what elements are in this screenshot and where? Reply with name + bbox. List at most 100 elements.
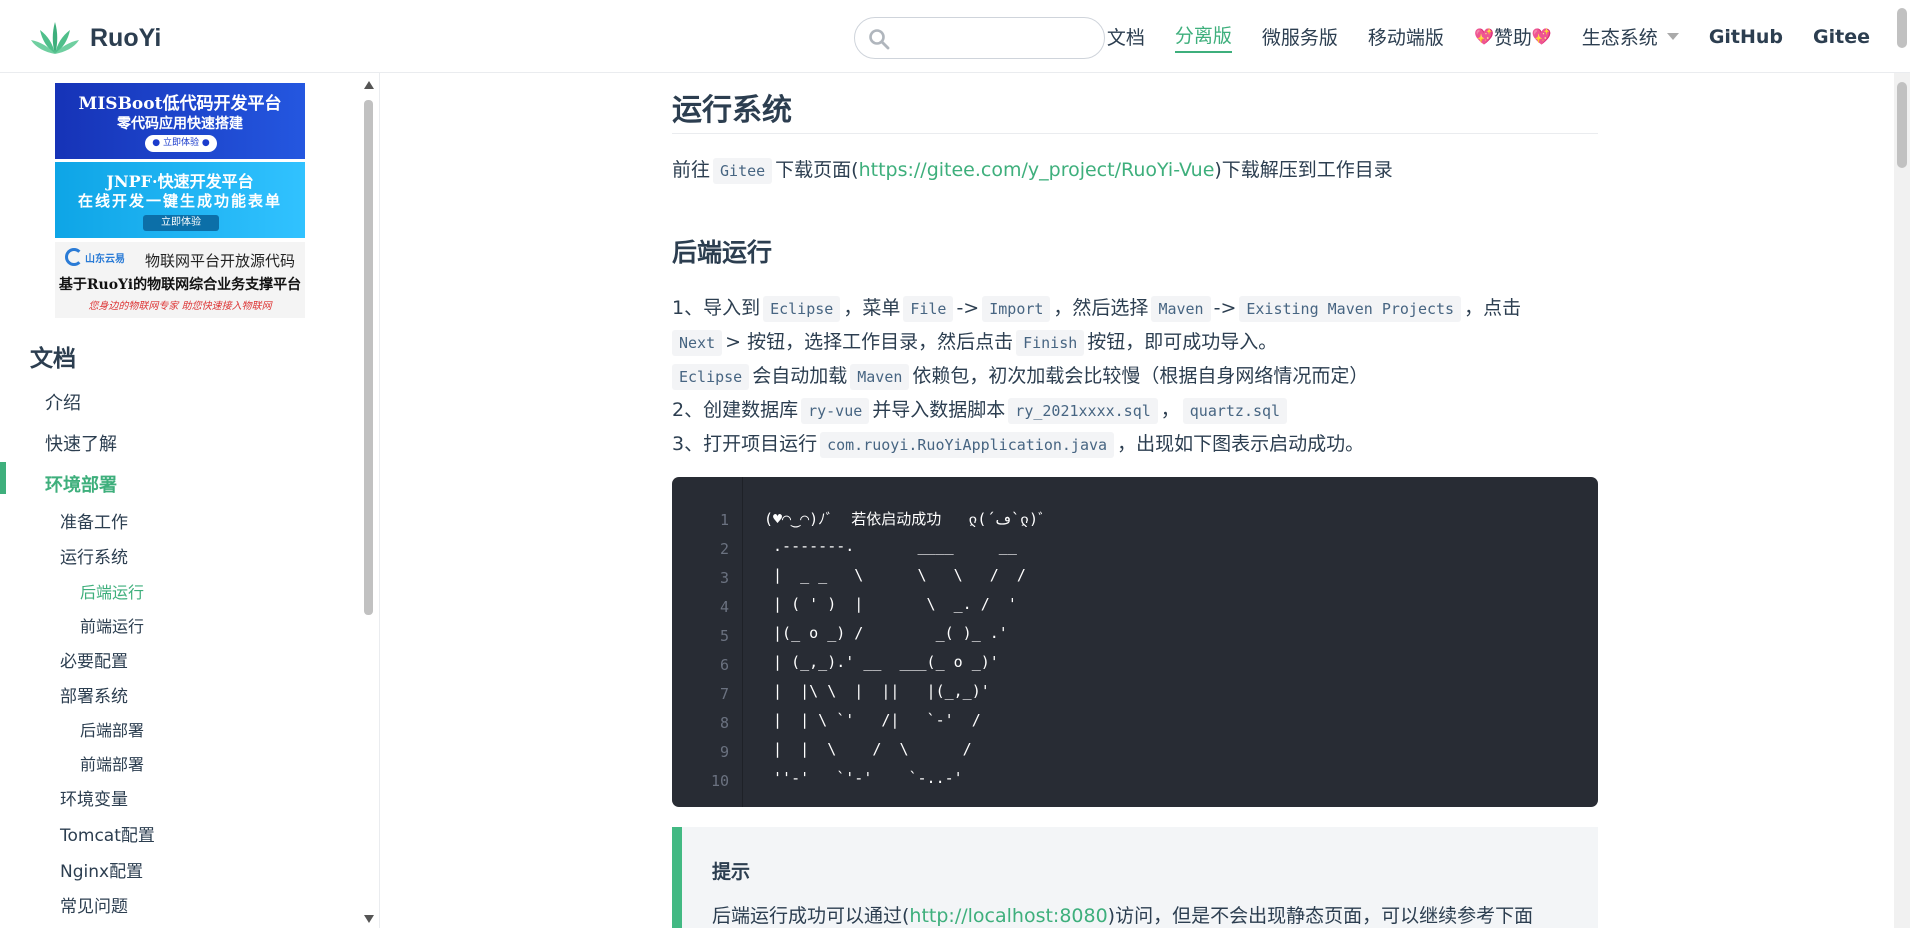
sidebar-scrollbar[interactable]: [362, 73, 376, 928]
inline-code: ry-vue: [801, 398, 870, 424]
line-number: 9: [719, 743, 729, 761]
ad-subtitle: 在线开发一键生成功能表单: [77, 192, 282, 210]
sidebar-heading[interactable]: 文档: [30, 339, 76, 373]
page-title: 运行系统: [672, 85, 1598, 134]
code-line: ''-' `'-' `-..-': [764, 769, 963, 787]
nav-github[interactable]: GitHub: [1709, 0, 1783, 73]
sidebar-item-quickstart[interactable]: 快速了解: [45, 430, 117, 456]
text: 后端运行成功可以通过(: [712, 905, 910, 927]
scroll-down-icon[interactable]: [364, 915, 374, 923]
code-line: | | \ / \ /: [764, 740, 972, 758]
inline-code: Eclipse: [763, 296, 841, 322]
search-box[interactable]: [854, 17, 1105, 59]
sidebar-item-frontend-deploy[interactable]: 前端部署: [80, 751, 144, 775]
sidebar-item-backend-run[interactable]: 后端运行: [80, 579, 144, 603]
sidebar-item-intro[interactable]: 介绍: [45, 389, 81, 415]
ad-title: JNPF·快速开发平台: [106, 172, 254, 191]
ad-try-button[interactable]: ● 立即体验 ●: [145, 135, 217, 152]
inline-code: Existing Maven Projects: [1239, 296, 1462, 322]
ad-try-button[interactable]: 立即体验: [143, 215, 219, 231]
inline-code: Finish: [1016, 330, 1085, 356]
scroll-up-icon[interactable]: [364, 81, 374, 89]
window-scrollbar[interactable]: [1894, 73, 1910, 928]
sidebar-item-required-config[interactable]: 必要配置: [60, 647, 128, 672]
home-link[interactable]: RuoYi: [30, 18, 161, 58]
text: 会自动加载: [752, 365, 848, 387]
inline-code: Import: [982, 296, 1051, 322]
ad-banner-misboot[interactable]: MISBoot低代码开发平台 零代码应用快速搭建 ● 立即体验 ●: [55, 83, 305, 159]
line-number: 1: [719, 511, 729, 529]
ad-subtitle: 基于RuoYi的物联网综合业务支撑平台: [58, 277, 302, 293]
code-line: | | \ `' /| `-' /: [764, 711, 981, 729]
code-line: | _ _ \ \ \ / /: [764, 566, 1026, 584]
line-number: 2: [719, 540, 729, 558]
line-number: 6: [719, 656, 729, 674]
iot-logo-icon: [65, 248, 83, 266]
sidebar: MISBoot低代码开发平台 零代码应用快速搭建 ● 立即体验 ● JNPF·快…: [0, 73, 380, 928]
line-number: 10: [710, 772, 729, 790]
nav-docs[interactable]: 文档: [1107, 0, 1145, 73]
text: 2、创建数据库: [672, 399, 799, 421]
text: ，然后选择: [1053, 297, 1149, 319]
nav-mobile-version-label: 移动端版: [1367, 27, 1444, 49]
nav-sponsor-label: 赞助: [1493, 27, 1532, 49]
ad-title: MISBoot低代码开发平台: [78, 94, 282, 114]
ad-brand: 山东云易: [85, 254, 125, 265]
search-input[interactable]: [899, 26, 1094, 52]
text: > 按钮，选择工作目录，然后点击: [725, 331, 1014, 353]
inline-code: Next: [672, 330, 723, 356]
sidebar-item-env-vars[interactable]: 环境变量: [60, 785, 128, 810]
nav-separated-version[interactable]: 分离版: [1174, 0, 1232, 73]
nav-sponsor[interactable]: 💖 赞助 💖: [1474, 0, 1552, 73]
inline-code: File: [903, 296, 954, 322]
nav-links: 文档 分离版 微服务版 移动端版 💖 赞助 💖 生态系统 GitHub Gitee: [1077, 0, 1870, 73]
text: ，出现如下图表示启动成功。: [1117, 433, 1365, 455]
nav-mobile-version[interactable]: 移动端版: [1368, 0, 1444, 73]
sidebar-item-frontend-run[interactable]: 前端运行: [80, 613, 144, 637]
text: 3、打开项目运行: [672, 433, 818, 455]
text: 下载页面(: [775, 159, 859, 181]
text: 依赖包，初次加载会比较慢（根据自身网络情况而定）: [912, 365, 1369, 387]
nav-microservice-version[interactable]: 微服务版: [1262, 0, 1338, 73]
sidebar-item-nginx[interactable]: Nginx配置: [60, 857, 143, 882]
heart-icon: 💖: [1531, 27, 1552, 46]
text: 前往: [672, 159, 711, 181]
nav-github-label: GitHub: [1708, 25, 1784, 48]
line-number: 8: [719, 714, 729, 732]
ad-banner-jnpf[interactable]: JNPF·快速开发平台 在线开发一键生成功能表单 立即体验: [55, 162, 305, 238]
sidebar-item-run-system[interactable]: 运行系统: [60, 543, 128, 568]
line-number-gutter: 1 2 3 4 5 6 7 8 9 10: [672, 477, 743, 807]
sidebar-item-tomcat[interactable]: Tomcat配置: [60, 821, 155, 846]
sidebar-item-preparation[interactable]: 准备工作: [60, 508, 128, 533]
code-line: (♥◠‿◠)ﾉﾞ 若依启动成功 ლ(´ڡ`ლ)ﾞ: [764, 510, 1046, 528]
nav-separated-version-label: 分离版: [1174, 21, 1232, 53]
sidebar-item-backend-deploy[interactable]: 后端部署: [80, 717, 144, 741]
text: 1、导入到: [672, 297, 761, 319]
window-scroll-thumb[interactable]: [1897, 82, 1907, 168]
line-number: 5: [719, 627, 729, 645]
sidebar-item-env-deploy[interactable]: 环境部署: [45, 471, 117, 497]
inline-code: ry_2021xxxx.sql: [1008, 398, 1158, 424]
step2-line: 2、创建数据库 ry-vue 并导入数据脚本 ry_2021xxxx.sql， quar…: [672, 395, 1290, 424]
gitee-link[interactable]: https://gitee.com/y_project/RuoYi-Vue: [859, 159, 1215, 181]
sidebar-item-deploy-system[interactable]: 部署系统: [60, 682, 128, 707]
line-number: 7: [719, 685, 729, 703]
step1c-line: Eclipse 会自动加载 Maven 依赖包，初次加载会比较慢（根据自身网络情况而定…: [672, 361, 1369, 390]
nav-gitee[interactable]: Gitee: [1813, 0, 1870, 73]
ad-title: 物联网平台开放源代码: [145, 253, 296, 270]
ad-banner-iot[interactable]: 山东云易 物联网平台开放源代码 基于RuoYi的物联网综合业务支撑平台 您身边的…: [55, 242, 305, 318]
sidebar-scroll-thumb[interactable]: [364, 100, 373, 615]
text: ->: [1213, 297, 1237, 319]
brand-name: RuoYi: [90, 23, 162, 52]
inline-code: Maven: [1151, 296, 1211, 322]
inline-code: com.ruoyi.RuoYiApplication.java: [820, 432, 1115, 458]
nav-ecosystem-dropdown[interactable]: 生态系统: [1582, 0, 1679, 73]
text: )下载解压到工作目录: [1214, 159, 1393, 181]
caret-down-icon: [1666, 33, 1679, 40]
localhost-link[interactable]: http://localhost:8080: [909, 905, 1107, 927]
ad-tagline: 您身边的物联网专家 助您快速接入物联网: [88, 301, 272, 312]
step3-line: 3、打开项目运行 com.ruoyi.RuoYiApplication.java，…: [672, 429, 1365, 458]
line-number: 4: [719, 598, 729, 616]
sidebar-item-faq[interactable]: 常见问题: [60, 892, 128, 917]
code-line: | (_,_).' __ ___(_ o _)': [764, 653, 999, 671]
